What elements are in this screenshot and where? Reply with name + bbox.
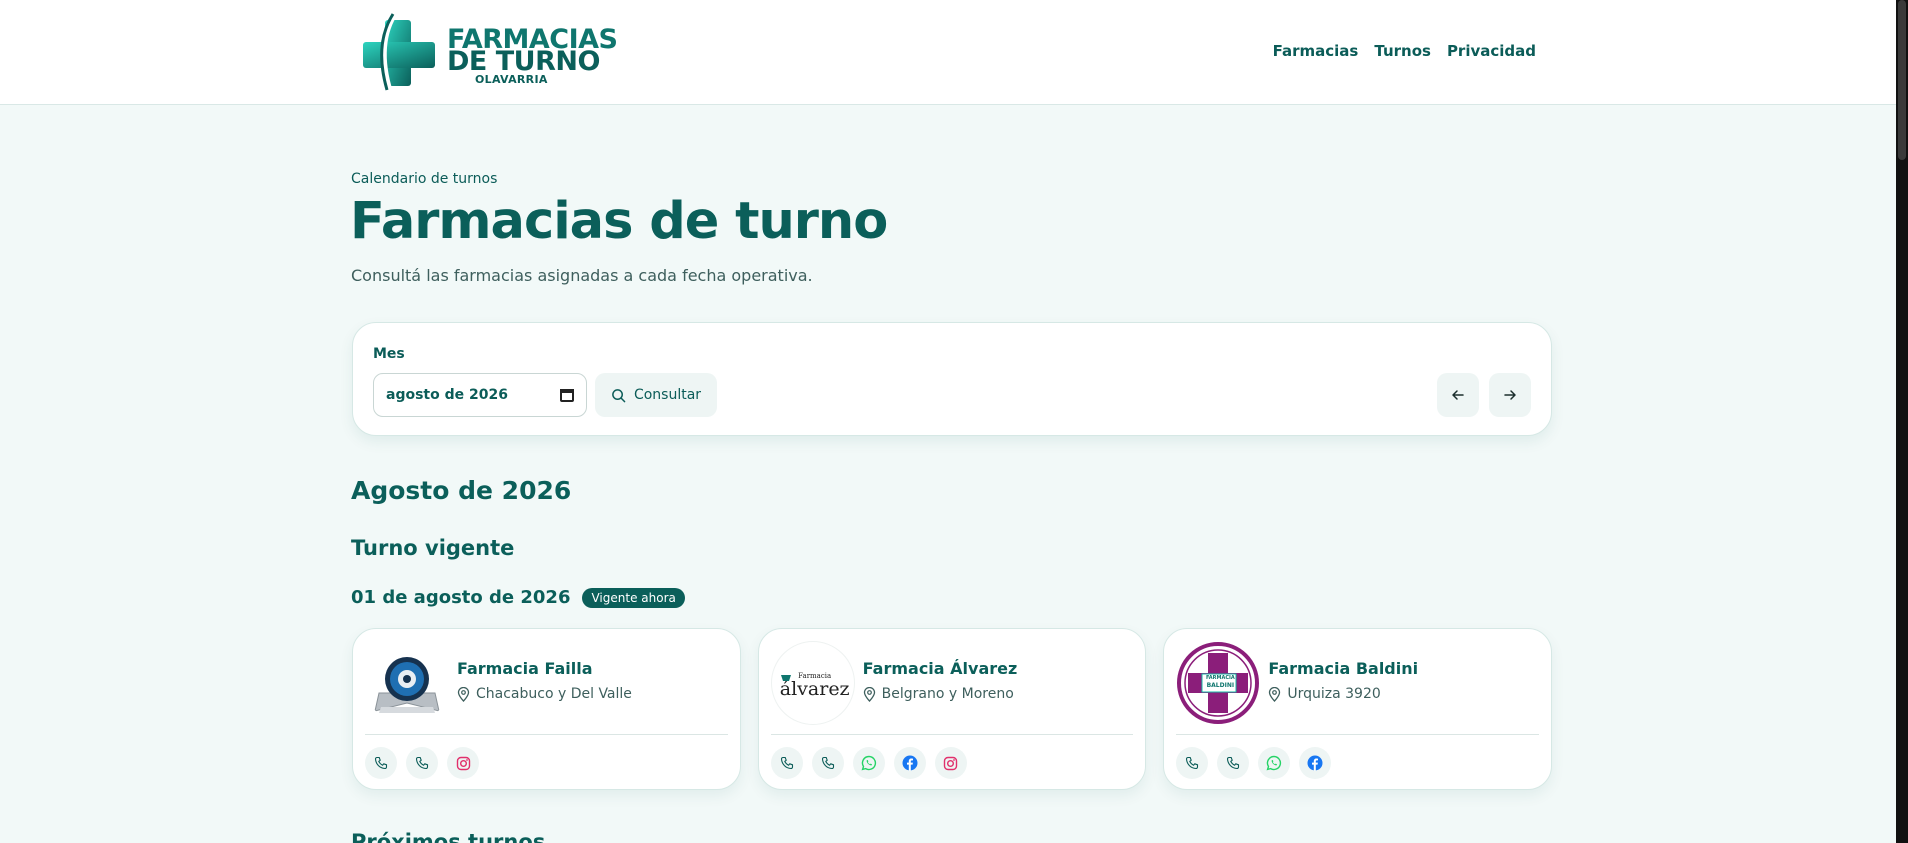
alvarez-logo-text: álvarez <box>779 678 850 700</box>
whatsapp-icon <box>861 755 876 771</box>
instagram-icon <box>943 756 958 770</box>
month-input[interactable]: agosto de 2026 <box>373 373 587 417</box>
facebook-icon <box>1307 755 1323 771</box>
call-button[interactable] <box>365 747 397 779</box>
logo-city: OLAVARRIA <box>475 73 548 86</box>
month-input-value: agosto de 2026 <box>386 387 508 403</box>
facebook-button[interactable] <box>893 747 926 779</box>
instagram-button[interactable] <box>934 747 967 779</box>
call-button[interactable] <box>406 747 438 779</box>
scrollbar-thumb[interactable] <box>1898 0 1906 160</box>
site-header: FARMACIAS DE TURNO OLAVARRIA Farmacias T… <box>0 0 1896 105</box>
page-eyebrow: Calendario de turnos <box>351 171 498 187</box>
calendar-icon[interactable] <box>560 388 574 402</box>
baldini-logo-text: BALDINI <box>1206 682 1235 689</box>
next-month-button[interactable] <box>1489 373 1531 417</box>
pharmacy-logo-alvarez: Farmacia álvarez <box>770 641 855 725</box>
main-nav: Farmacias Turnos Privacidad <box>1273 42 1536 60</box>
pharmacy-name[interactable]: Farmacia Álvarez <box>863 659 1018 678</box>
phone-icon <box>780 756 793 770</box>
instagram-icon <box>456 756 470 770</box>
arrow-left-icon <box>1452 390 1464 400</box>
phone-icon <box>821 756 834 770</box>
search-icon <box>612 388 626 402</box>
pharmacy-card: Farmacia Failla Chacabuco y Del Valle <box>352 628 741 790</box>
page-scrollbar[interactable] <box>1896 0 1908 843</box>
phone-icon <box>415 756 429 770</box>
page-lead: Consultá las farmacias asignadas a cada … <box>351 266 813 285</box>
pharmacy-card: FARMACIA BALDINI Farmacia Baldini Urquiz… <box>1163 628 1553 790</box>
current-date: 01 de agosto de 2026 <box>351 587 571 608</box>
call-button[interactable] <box>1176 747 1209 779</box>
instagram-button[interactable] <box>447 747 479 779</box>
pharmacy-address-text: Urquiza 3920 <box>1287 686 1381 702</box>
facebook-button[interactable] <box>1299 747 1332 779</box>
pharmacy-address: Chacabuco y Del Valle <box>457 686 632 702</box>
call-button[interactable] <box>770 747 803 779</box>
month-label: Mes <box>373 346 405 362</box>
nav-farmacias[interactable]: Farmacias <box>1273 42 1359 60</box>
location-pin-icon <box>457 686 470 702</box>
phone-icon <box>1186 756 1199 770</box>
current-turn-title: Turno vigente <box>351 536 515 560</box>
month-title: Agosto de 2026 <box>351 476 572 505</box>
pharmacy-actions <box>1176 747 1332 779</box>
pharmacy-address: Urquiza 3920 <box>1268 686 1381 702</box>
whatsapp-icon <box>1266 755 1282 771</box>
call-button[interactable] <box>1217 747 1250 779</box>
pharmacy-address-text: Belgrano y Moreno <box>881 686 1014 702</box>
pharmacy-cards: Farmacia Failla Chacabuco y Del Valle Fa… <box>352 628 1553 790</box>
next-turns-title: Próximos turnos <box>351 830 546 843</box>
pharmacy-actions <box>365 747 479 779</box>
card-divider <box>365 734 728 735</box>
phone-icon <box>1227 756 1240 770</box>
facebook-icon <box>902 755 918 771</box>
page-title: Farmacias de turno <box>350 192 888 251</box>
pharmacy-cross-logo-icon <box>363 10 435 93</box>
pharmacy-card: Farmacia álvarez Farmacia Álvarez Belgra… <box>757 628 1147 790</box>
pharmacy-name[interactable]: Farmacia Failla <box>457 659 593 678</box>
card-divider <box>770 734 1134 735</box>
site-logo[interactable]: FARMACIAS DE TURNO OLAVARRIA <box>357 6 618 98</box>
baldini-logo-small-text: FARMACIA <box>1205 675 1235 681</box>
prev-month-button[interactable] <box>1437 373 1479 417</box>
current-date-line: 01 de agosto de 2026 Vigente ahora <box>351 587 685 608</box>
pharmacy-actions <box>770 747 967 779</box>
phone-icon <box>374 756 388 770</box>
status-badge: Vigente ahora <box>582 587 685 608</box>
nav-privacidad[interactable]: Privacidad <box>1447 42 1536 60</box>
pharmacy-address: Belgrano y Moreno <box>863 686 1014 702</box>
whatsapp-button[interactable] <box>852 747 885 779</box>
location-pin-icon <box>863 686 875 702</box>
nav-turnos[interactable]: Turnos <box>1374 42 1431 60</box>
call-button[interactable] <box>811 747 844 779</box>
pharmacy-logo-baldini: FARMACIA BALDINI <box>1176 641 1261 725</box>
location-pin-icon <box>1269 686 1281 702</box>
month-filter-card: Mes agosto de 2026 Consultar <box>352 322 1552 436</box>
consult-button[interactable]: Consultar <box>595 373 717 417</box>
card-divider <box>1176 734 1540 735</box>
whatsapp-button[interactable] <box>1258 747 1291 779</box>
mortar-icon <box>780 675 791 681</box>
arrow-right-icon <box>1504 390 1516 400</box>
consult-button-label: Consultar <box>633 387 702 403</box>
pharmacy-name[interactable]: Farmacia Baldini <box>1268 659 1418 678</box>
pharmacy-logo-failla <box>365 641 449 725</box>
pharmacy-address-text: Chacabuco y Del Valle <box>476 686 632 702</box>
